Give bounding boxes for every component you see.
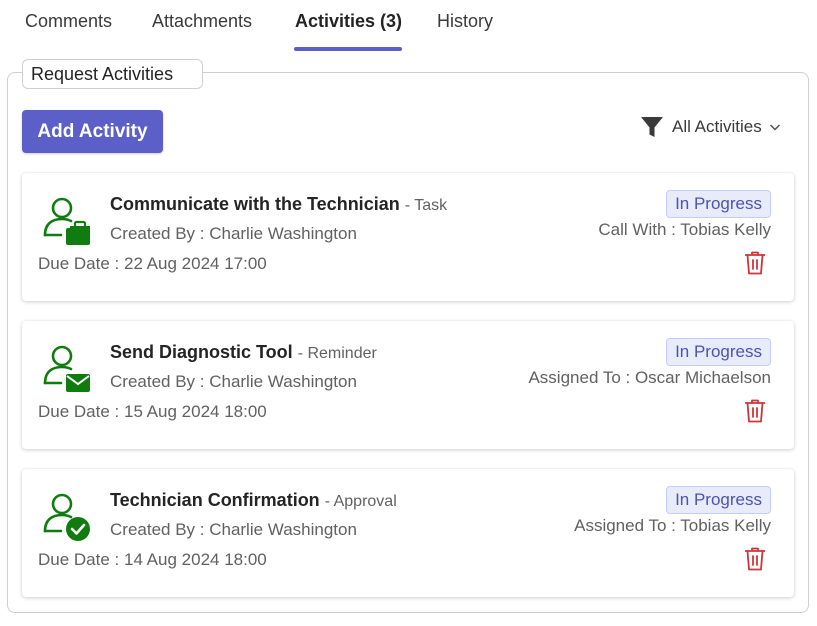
user-briefcase-icon — [43, 197, 90, 245]
filter-label: All Activities — [672, 117, 762, 136]
activity-type: - Reminder — [297, 345, 377, 362]
add-activity-button[interactable]: Add Activity — [22, 110, 163, 153]
activity-assignee: Call With : Tobias Kelly — [598, 220, 771, 239]
active-tab-indicator — [294, 47, 402, 51]
activity-filter-dropdown[interactable]: All Activities — [640, 114, 782, 140]
activity-created-by: Created By : Charlie Washington — [110, 520, 357, 539]
section-title: Request Activities — [22, 59, 204, 89]
user-check-icon — [43, 493, 90, 541]
activity-due-date: Due Date : 22 Aug 2024 17:00 — [38, 254, 267, 273]
activity-created-by: Created By : Charlie Washington — [110, 224, 357, 243]
activity-due-date: Due Date : 15 Aug 2024 18:00 — [38, 402, 267, 421]
status-badge: In Progress — [666, 486, 771, 514]
activity-due-date: Due Date : 14 Aug 2024 18:00 — [38, 550, 267, 569]
user-mail-icon — [43, 345, 90, 392]
activity-title[interactable]: Technician Confirmation - Approval — [110, 490, 397, 511]
chevron-down-icon — [769, 124, 780, 131]
activity-type: - Approval — [324, 493, 397, 510]
status-badge: In Progress — [666, 338, 771, 366]
trash-icon[interactable] — [743, 250, 767, 276]
status-badge: In Progress — [666, 190, 771, 218]
activity-type: - Task — [404, 197, 448, 214]
tab-history[interactable]: History — [437, 11, 493, 32]
activity-name: Technician Confirmation — [110, 490, 320, 510]
activity-card[interactable]: Send Diagnostic Tool - Reminder Created … — [22, 321, 794, 449]
trash-icon[interactable] — [743, 546, 767, 572]
tab-bar: Comments Attachments Activities (3) Hist… — [0, 0, 817, 56]
activity-name: Send Diagnostic Tool — [110, 342, 293, 362]
filter-icon — [641, 117, 663, 137]
activity-assignee: Assigned To : Oscar Michaelson — [528, 368, 771, 387]
activity-title[interactable]: Communicate with the Technician - Task — [110, 194, 447, 215]
activity-assignee: Assigned To : Tobias Kelly — [574, 516, 771, 535]
activity-created-by: Created By : Charlie Washington — [110, 372, 357, 391]
activity-card[interactable]: Communicate with the Technician - Task C… — [22, 173, 794, 301]
trash-icon[interactable] — [743, 398, 767, 424]
tab-activities[interactable]: Activities (3) — [295, 11, 402, 32]
activity-card[interactable]: Technician Confirmation - Approval Creat… — [22, 469, 794, 597]
tab-comments[interactable]: Comments — [25, 11, 112, 32]
activity-title[interactable]: Send Diagnostic Tool - Reminder — [110, 342, 377, 363]
tab-attachments[interactable]: Attachments — [152, 11, 252, 32]
activity-name: Communicate with the Technician — [110, 194, 400, 214]
